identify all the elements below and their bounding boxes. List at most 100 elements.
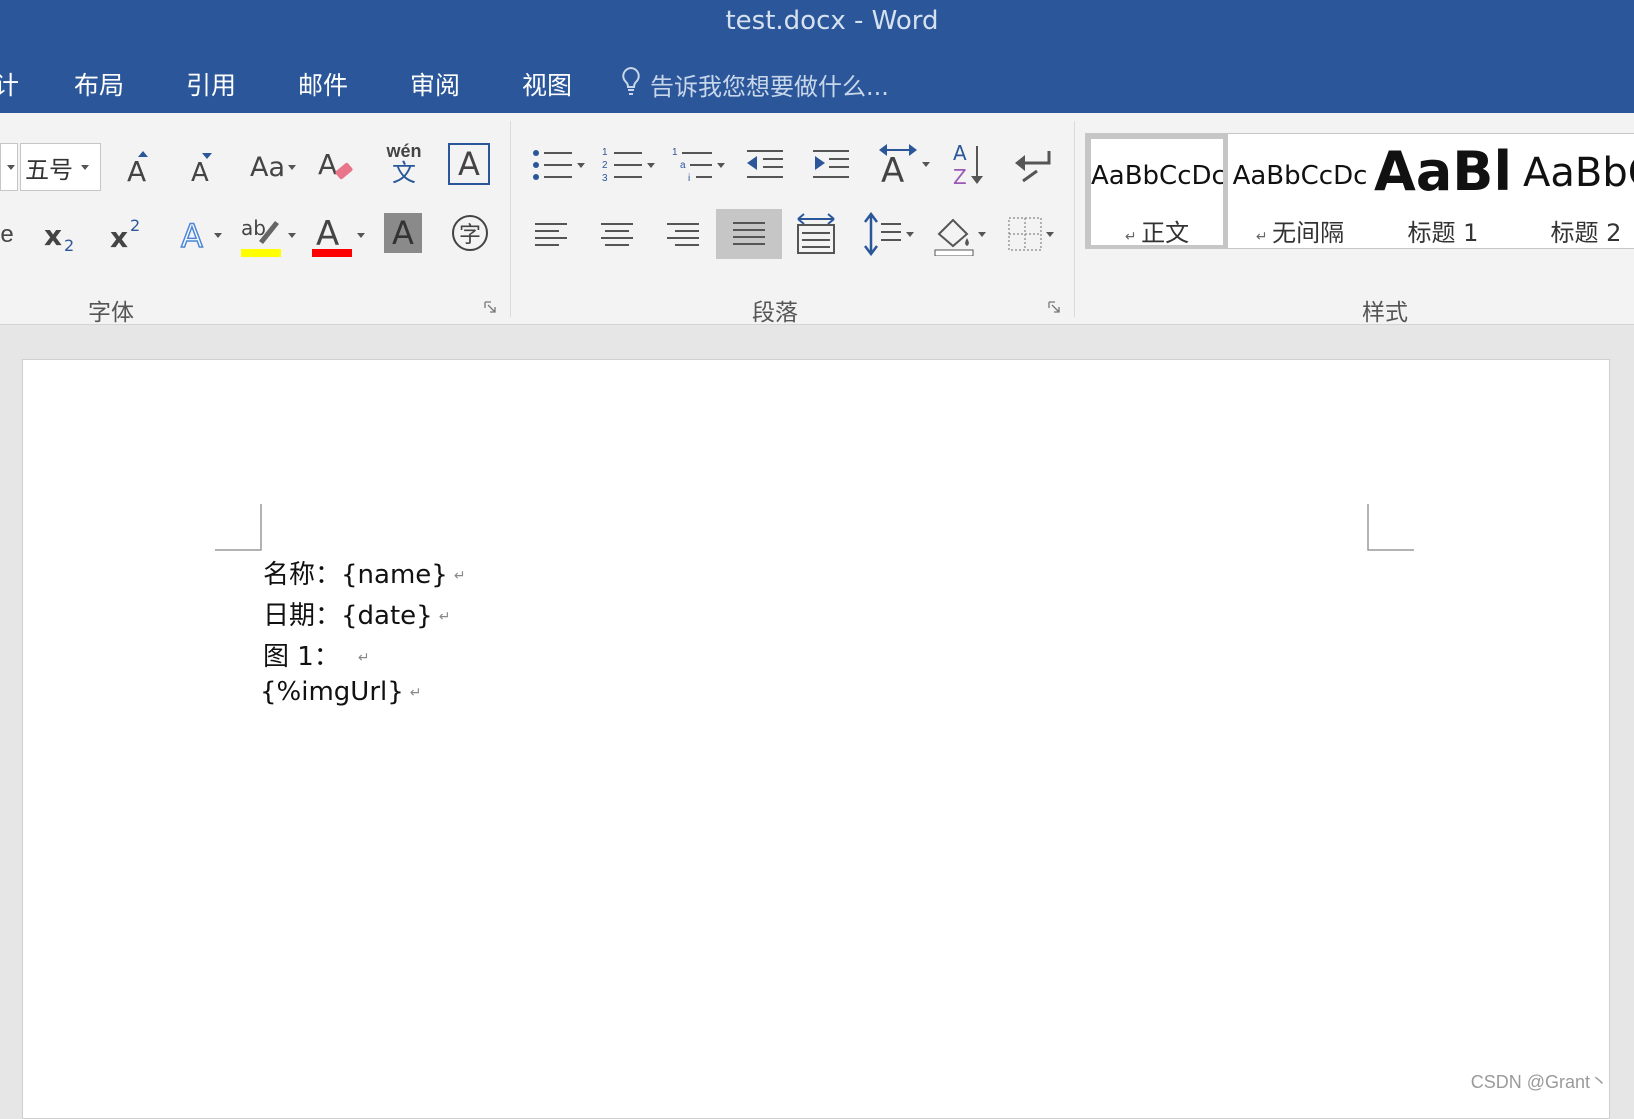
enclose-characters-icon: 字 (451, 214, 489, 252)
svg-text:Z: Z (953, 165, 967, 188)
phonetic-guide-button[interactable]: wén 文 (382, 137, 426, 193)
character-shading-button[interactable]: A (384, 213, 422, 253)
borders-button[interactable] (1000, 209, 1060, 259)
tab-review[interactable]: 审阅 (410, 66, 460, 102)
align-left-button[interactable] (528, 213, 574, 257)
align-right-icon (665, 221, 701, 249)
font-group-label: 字体 (88, 293, 134, 327)
superscript-button[interactable]: x2 (104, 213, 148, 257)
style-sample: AaBl (1372, 140, 1514, 203)
multilevel-list-button[interactable]: 1ai (668, 143, 728, 187)
tell-me-box[interactable]: 告诉我您想要做什么... (620, 66, 889, 102)
doc-paragraph[interactable]: 名称：{name}↵ (263, 554, 466, 591)
distributed-icon (796, 213, 836, 255)
style-no-spacing[interactable]: AaBbCcDc ↵ 无间隔 (1229, 134, 1371, 249)
align-center-icon (599, 221, 635, 249)
paragraph-dialog-launcher-icon[interactable] (1048, 301, 1060, 313)
enclose-characters-button[interactable]: 字 (450, 213, 490, 253)
svg-text:i: i (688, 173, 690, 184)
font-size-value: 五号 (25, 150, 73, 185)
align-center-button[interactable] (594, 213, 640, 257)
font-dialog-launcher-icon[interactable] (484, 301, 496, 313)
clear-formatting-button[interactable]: A (316, 141, 360, 191)
font-name-dropdown[interactable] (0, 143, 18, 191)
style-heading-1[interactable]: AaBl 标题 1 (1372, 134, 1514, 249)
font-color-button[interactable]: A (306, 209, 368, 261)
change-case-button[interactable]: Aa (244, 143, 302, 191)
title-bar: test.docx - Word 计 布局 引用 邮件 审阅 视图 告诉我您想要… (0, 0, 1634, 113)
svg-text:A: A (127, 155, 146, 187)
bullet-list-icon (532, 145, 574, 185)
svg-text:ab: ab (241, 216, 266, 240)
shrink-font-button[interactable]: A (182, 143, 222, 191)
numbering-button[interactable]: 1 2 3 (598, 143, 658, 187)
justify-button[interactable] (716, 209, 782, 259)
chinese-layout-button[interactable]: A (872, 139, 934, 189)
svg-text:2: 2 (602, 160, 608, 171)
svg-text:A: A (881, 151, 904, 186)
tab-view[interactable]: 视图 (522, 66, 572, 102)
paragraph-mark-icon: ↵ (454, 568, 466, 584)
superscript-icon: x2 (106, 215, 146, 255)
decrease-indent-icon (745, 149, 785, 181)
style-normal[interactable]: AaBbCcDc ↵ 正文 (1086, 134, 1228, 249)
doc-paragraph[interactable]: 日期：{date}↵ (263, 595, 450, 632)
subscript-button[interactable]: x2 (38, 213, 82, 257)
sort-az-icon: AZ (951, 140, 987, 188)
style-heading-2[interactable]: AaBbC 标题 2 (1515, 134, 1634, 249)
shading-button[interactable] (928, 209, 990, 259)
style-name: 标题 1 (1372, 213, 1514, 248)
phonetic-top: wén (386, 142, 421, 160)
group-separator (1074, 121, 1075, 317)
sort-button[interactable]: AZ (948, 139, 990, 189)
font-color-icon: A (310, 211, 354, 259)
return-arrow-icon (1013, 147, 1053, 183)
tell-me-text: 告诉我您想要做什么... (650, 67, 889, 102)
tab-mailings[interactable]: 邮件 (298, 66, 348, 102)
strikethrough-button[interactable]: e (0, 213, 14, 257)
show-hide-marks-button[interactable] (1010, 143, 1056, 187)
increase-indent-button[interactable] (808, 143, 854, 187)
svg-text:3: 3 (602, 173, 608, 184)
doc-paragraph[interactable]: {%imgUrl}↵ (260, 677, 422, 707)
subscript-icon: x2 (40, 215, 80, 255)
tab-layout[interactable]: 布局 (74, 66, 124, 102)
text-effects-icon: A (177, 215, 211, 255)
ribbon: 五号 A A Aa A wén 文 A e x2 x2 A ab A A 字 字… (0, 113, 1634, 325)
doc-paragraph[interactable]: 图 1：↵ (263, 636, 370, 673)
bullets-button[interactable] (528, 143, 588, 187)
tab-design[interactable]: 计 (0, 66, 19, 102)
crop-mark-top-right (1366, 502, 1416, 552)
decrease-indent-button[interactable] (742, 143, 788, 187)
borders-icon (1007, 216, 1043, 252)
styles-group-label: 样式 (1362, 293, 1408, 327)
chevron-down-icon (81, 165, 89, 170)
style-sample: AaBbCcDc (1229, 161, 1371, 191)
style-sample: AaBbCcDc (1091, 161, 1223, 191)
svg-text:A: A (191, 158, 209, 187)
character-border-button[interactable]: A (448, 143, 490, 185)
svg-text:A: A (181, 217, 203, 255)
highlight-color-button[interactable]: ab (236, 209, 298, 261)
document-page[interactable]: 名称：{name}↵ 日期：{date}↵ 图 1：↵ {%imgUrl}↵ (22, 359, 1610, 1119)
increase-indent-icon (811, 149, 851, 181)
group-separator (510, 121, 511, 317)
grow-font-icon: A (123, 147, 153, 187)
multilevel-list-icon: 1ai (672, 145, 714, 185)
text-effects-button[interactable]: A (172, 213, 226, 257)
svg-text:1: 1 (602, 147, 608, 158)
font-color-swatch (312, 249, 352, 257)
align-right-button[interactable] (660, 213, 706, 257)
svg-text:x: x (44, 219, 62, 252)
phonetic-bottom: 文 (392, 160, 416, 188)
crop-mark-top-left (213, 502, 263, 552)
grow-font-button[interactable]: A (118, 143, 158, 191)
svg-text:a: a (680, 160, 686, 171)
svg-text:1: 1 (672, 147, 678, 158)
line-spacing-button[interactable] (860, 209, 916, 259)
tab-references[interactable]: 引用 (186, 66, 236, 102)
paragraph-mark-icon: ↵ (410, 685, 422, 701)
font-size-dropdown[interactable]: 五号 (20, 143, 101, 191)
numbered-list-icon: 1 2 3 (602, 145, 644, 185)
distributed-button[interactable] (792, 209, 840, 259)
